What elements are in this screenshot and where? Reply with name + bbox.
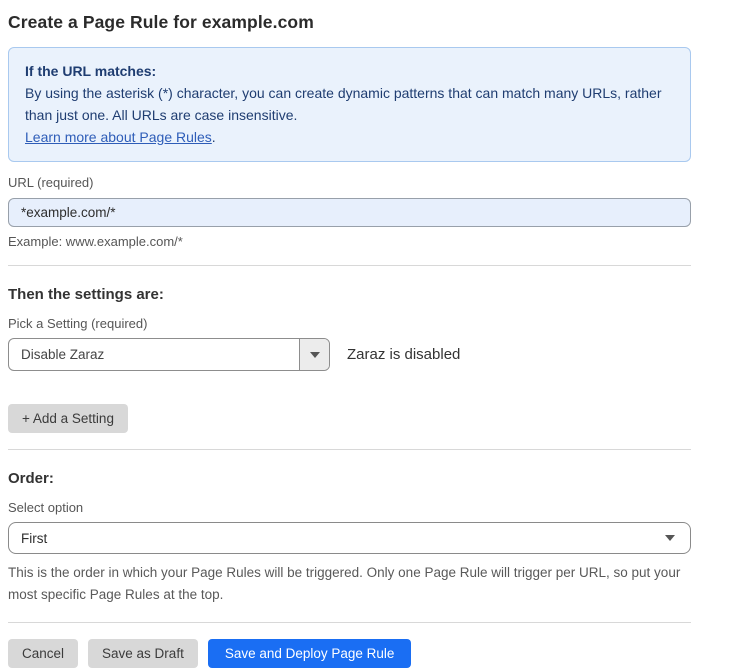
url-example-text: Example: www.example.com/* [8, 234, 691, 249]
section-divider [8, 265, 691, 266]
save-deploy-button[interactable]: Save and Deploy Page Rule [208, 639, 412, 668]
add-setting-button[interactable]: + Add a Setting [8, 404, 128, 433]
info-box-heading: If the URL matches: [25, 60, 674, 82]
order-select-value: First [21, 531, 47, 546]
setting-row: Disable Zaraz Zaraz is disabled [8, 338, 691, 371]
link-period: . [212, 129, 216, 145]
select-option-label: Select option [8, 500, 691, 515]
chevron-down-icon [665, 535, 675, 541]
chevron-down-icon [310, 352, 320, 358]
setting-select-value: Disable Zaraz [9, 339, 299, 370]
order-help-text: This is the order in which your Page Rul… [8, 562, 691, 606]
url-match-info-box: If the URL matches: By using the asteris… [8, 47, 691, 162]
info-box-body: By using the asterisk (*) character, you… [25, 82, 674, 126]
settings-heading: Then the settings are: [8, 286, 691, 303]
learn-more-link[interactable]: Learn more about Page Rules [25, 129, 212, 145]
save-draft-button[interactable]: Save as Draft [88, 639, 198, 668]
section-divider [8, 449, 691, 450]
url-label: URL (required) [8, 175, 691, 190]
order-select[interactable]: First [8, 522, 691, 554]
url-input[interactable] [8, 198, 691, 227]
setting-select[interactable]: Disable Zaraz [8, 338, 330, 371]
page-title: Create a Page Rule for example.com [8, 12, 691, 33]
setting-status-text: Zaraz is disabled [347, 346, 460, 363]
section-divider [8, 622, 691, 623]
cancel-button[interactable]: Cancel [8, 639, 78, 668]
page-rule-form: Create a Page Rule for example.com If th… [0, 0, 750, 668]
setting-select-arrow-button[interactable] [299, 339, 329, 370]
footer-actions: Cancel Save as Draft Save and Deploy Pag… [8, 639, 691, 668]
info-box-link-line: Learn more about Page Rules. [25, 126, 674, 148]
order-heading: Order: [8, 470, 691, 487]
pick-setting-label: Pick a Setting (required) [8, 316, 691, 331]
